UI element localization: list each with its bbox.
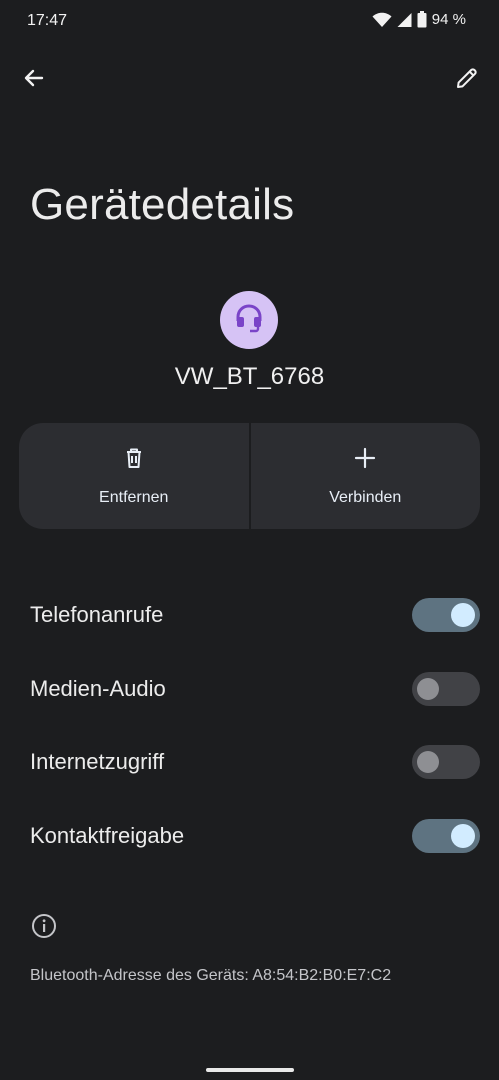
setting-row-media-audio[interactable]: Medien-Audio [30,669,480,709]
internet-access-switch[interactable] [412,745,480,779]
battery-icon [417,11,427,28]
phone-calls-switch[interactable] [412,598,480,632]
battery-percent: 94 % [431,11,466,28]
setting-label: Medien-Audio [30,676,166,701]
info-icon [31,913,57,939]
status-time: 17:47 [27,12,68,29]
remove-label: Entfernen [99,488,169,506]
headset-icon [233,302,265,339]
switch-thumb [451,824,475,848]
signal-icon [397,12,412,28]
action-panel: Entfernen Verbinden [19,423,480,529]
remove-button[interactable]: Entfernen [19,423,249,529]
media-audio-switch[interactable] [412,672,480,706]
edit-button[interactable] [447,60,487,100]
contact-sharing-switch[interactable] [412,819,480,853]
setting-row-contact-sharing[interactable]: Kontaktfreigabe [30,816,480,856]
switch-thumb [417,678,439,700]
device-name: VW_BT_6768 [174,363,325,390]
connect-label: Verbinden [329,488,402,506]
switch-thumb [417,751,439,773]
back-button[interactable] [14,60,54,100]
wifi-icon [372,12,392,28]
setting-label: Internetzugriff [30,749,165,774]
arrow-back-icon [22,66,46,95]
trash-icon [122,446,146,475]
status-icons: 94 % [372,11,466,28]
setting-label: Kontaktfreigabe [30,823,185,848]
setting-label: Telefonanrufe [30,602,164,627]
bluetooth-address: Bluetooth-Adresse des Geräts: A8:54:B2:B… [30,967,392,984]
connect-button[interactable]: Verbinden [251,423,481,529]
status-bar: 17:47 94 % [0,0,499,44]
device-avatar [220,291,278,349]
setting-row-phone-calls[interactable]: Telefonanrufe [30,595,480,635]
plus-icon [353,446,377,475]
setting-row-internet-access[interactable]: Internetzugriff [30,742,480,782]
pencil-icon [455,66,479,95]
navigation-handle[interactable] [206,1068,294,1072]
switch-thumb [451,603,475,627]
page-title: Gerätedetails [30,180,295,229]
